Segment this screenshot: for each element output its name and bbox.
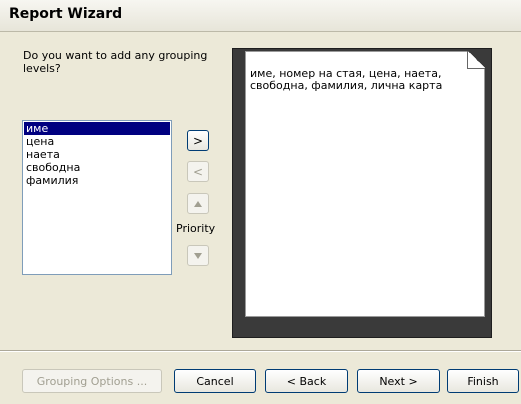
cancel-button[interactable]: Cancel [174, 369, 256, 393]
list-item[interactable]: фамилия [24, 174, 170, 187]
window-title: Report Wizard [9, 6, 123, 22]
title-bar: Report Wizard [0, 0, 521, 32]
back-button[interactable]: < Back [265, 369, 348, 393]
list-item[interactable]: цена [24, 135, 170, 148]
page-fold-icon [467, 51, 485, 69]
priority-down-button[interactable] [187, 245, 209, 266]
finish-button[interactable]: Finish [447, 369, 519, 393]
preview-field-list: име, номер на стая, цена, наета, свободн… [250, 67, 443, 92]
add-grouping-button[interactable]: > [187, 130, 209, 151]
arrow-down-icon [194, 252, 202, 259]
separator [0, 350, 521, 352]
priority-up-button[interactable] [187, 193, 209, 214]
available-fields-list[interactable]: име цена наета свободна фамилия [22, 120, 172, 275]
grouping-prompt: Do you want to add any grouping levels? [23, 49, 208, 75]
list-item[interactable]: наета [24, 148, 170, 161]
preview-page: име, номер на стая, цена, наета, свободн… [245, 51, 485, 317]
remove-grouping-button[interactable]: < [187, 161, 209, 182]
arrow-up-icon [194, 200, 202, 207]
next-button[interactable]: Next > [357, 369, 440, 393]
priority-label: Priority [176, 222, 216, 235]
list-item[interactable]: свободна [24, 161, 170, 174]
list-item[interactable]: име [24, 122, 170, 135]
grouping-options-button[interactable]: Grouping Options ... [22, 369, 162, 393]
